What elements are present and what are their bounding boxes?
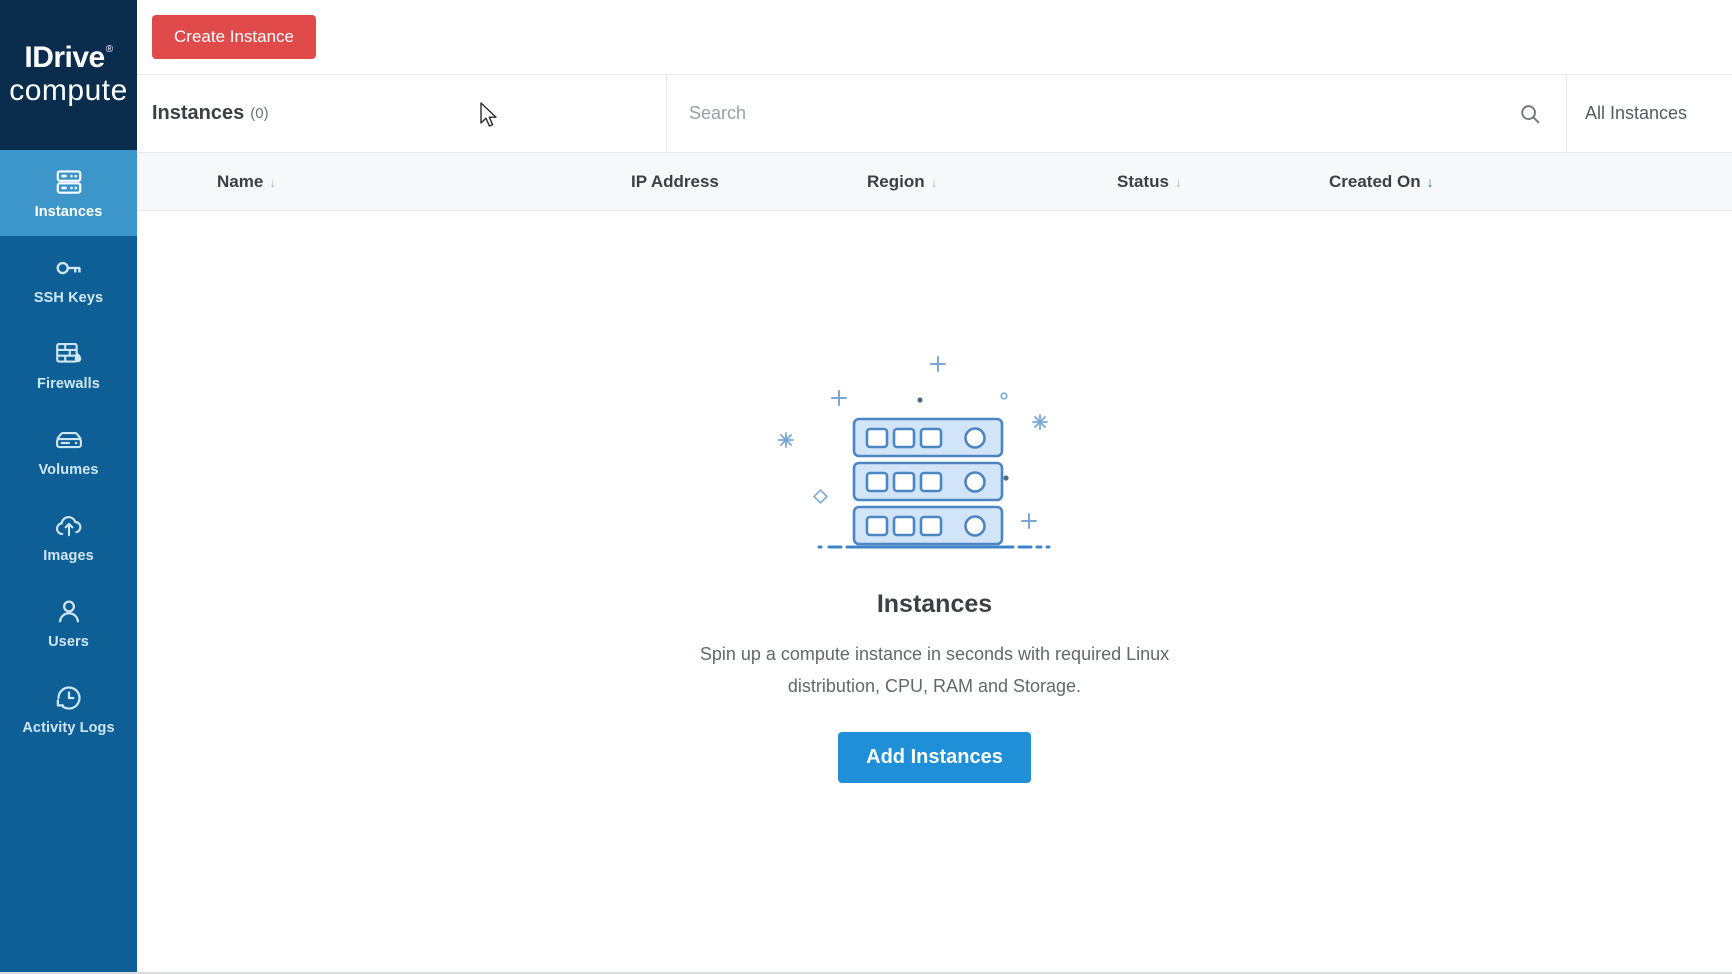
logo-primary-text: IDrive ® <box>24 41 113 75</box>
search-input[interactable] <box>689 103 1516 124</box>
key-icon <box>54 253 84 283</box>
sidebar-item-volumes[interactable]: Volumes <box>0 408 137 494</box>
column-label: Name <box>217 171 264 191</box>
sidebar-item-label: Images <box>43 547 94 564</box>
sidebar-item-label: Users <box>48 633 89 650</box>
sort-arrow-icon: ↓ <box>1174 173 1182 190</box>
sidebar-item-ssh-keys[interactable]: SSH Keys <box>0 236 137 322</box>
cloud-upload-icon <box>54 511 84 541</box>
table-header-row: Name ↓ IP Address Region ↓ Status ↓ Crea… <box>137 153 1732 211</box>
toolbar: Create Instance <box>137 0 1732 75</box>
sidebar-item-label: Activity Logs <box>22 719 115 736</box>
page-title: Instances (0) <box>137 75 667 152</box>
list-subheader: Instances (0) All Instances <box>137 75 1732 153</box>
column-header-region[interactable]: Region ↓ <box>867 172 938 192</box>
history-clock-icon <box>54 683 84 713</box>
sort-arrow-icon: ↓ <box>930 173 938 190</box>
logo-wordmark: IDrive <box>24 41 105 75</box>
sidebar-nav: Instances SSH Keys Firewalls Volumes Ima… <box>0 150 137 752</box>
sidebar-item-label: Firewalls <box>37 375 100 392</box>
column-header-status[interactable]: Status ↓ <box>1117 172 1182 192</box>
sort-arrow-icon: ↓ <box>1426 173 1434 190</box>
app-root: IDrive ® compute Instances SSH Keys Fire… <box>0 0 1732 974</box>
registered-mark: ® <box>105 44 113 56</box>
volume-disk-icon <box>54 425 84 455</box>
column-header-ip-address[interactable]: IP Address <box>631 172 719 192</box>
page-title-text: Instances <box>152 102 245 124</box>
sort-arrow-icon: ↓ <box>269 173 277 190</box>
sidebar-item-instances[interactable]: Instances <box>0 150 137 236</box>
sidebar-item-images[interactable]: Images <box>0 494 137 580</box>
column-label: Status <box>1117 171 1169 191</box>
search-bar <box>667 75 1567 152</box>
server-icon <box>54 167 84 197</box>
instance-filter-value: All Instances <box>1585 103 1688 123</box>
sidebar: IDrive ® compute Instances SSH Keys Fire… <box>0 0 137 974</box>
column-label: Region <box>867 171 925 191</box>
sidebar-item-activity-logs[interactable]: Activity Logs <box>0 666 137 752</box>
logo-secondary-text: compute <box>9 74 128 108</box>
sidebar-item-label: SSH Keys <box>33 289 104 306</box>
instance-count: (0) <box>250 105 269 122</box>
firewall-icon <box>54 339 84 369</box>
empty-state: Instances Spin up a compute instance in … <box>137 211 1732 974</box>
empty-state-title: Instances <box>876 590 993 618</box>
column-header-created-on[interactable]: Created On ↓ <box>1329 172 1434 192</box>
column-header-name[interactable]: Name ↓ <box>217 172 276 192</box>
app-logo[interactable]: IDrive ® compute <box>0 0 137 150</box>
column-label: Created On <box>1329 171 1421 191</box>
instance-filter-select[interactable]: All Instances <box>1567 75 1732 152</box>
main-content: Create Instance Instances (0) All Instan… <box>0 0 1732 974</box>
sidebar-item-label: Volumes <box>38 461 99 478</box>
create-instance-button[interactable]: Create Instance <box>152 15 317 59</box>
empty-state-description: Spin up a compute instance in seconds wi… <box>699 644 1170 696</box>
sidebar-item-users[interactable]: Users <box>0 580 137 666</box>
user-icon <box>54 597 84 627</box>
server-rack-illustration <box>775 351 1095 566</box>
search-icon[interactable] <box>1516 100 1544 128</box>
sidebar-item-firewalls[interactable]: Firewalls <box>0 322 137 408</box>
sidebar-item-label: Instances <box>34 203 103 220</box>
add-instances-button[interactable]: Add Instances <box>838 732 1031 783</box>
column-label: IP Address <box>631 171 719 191</box>
